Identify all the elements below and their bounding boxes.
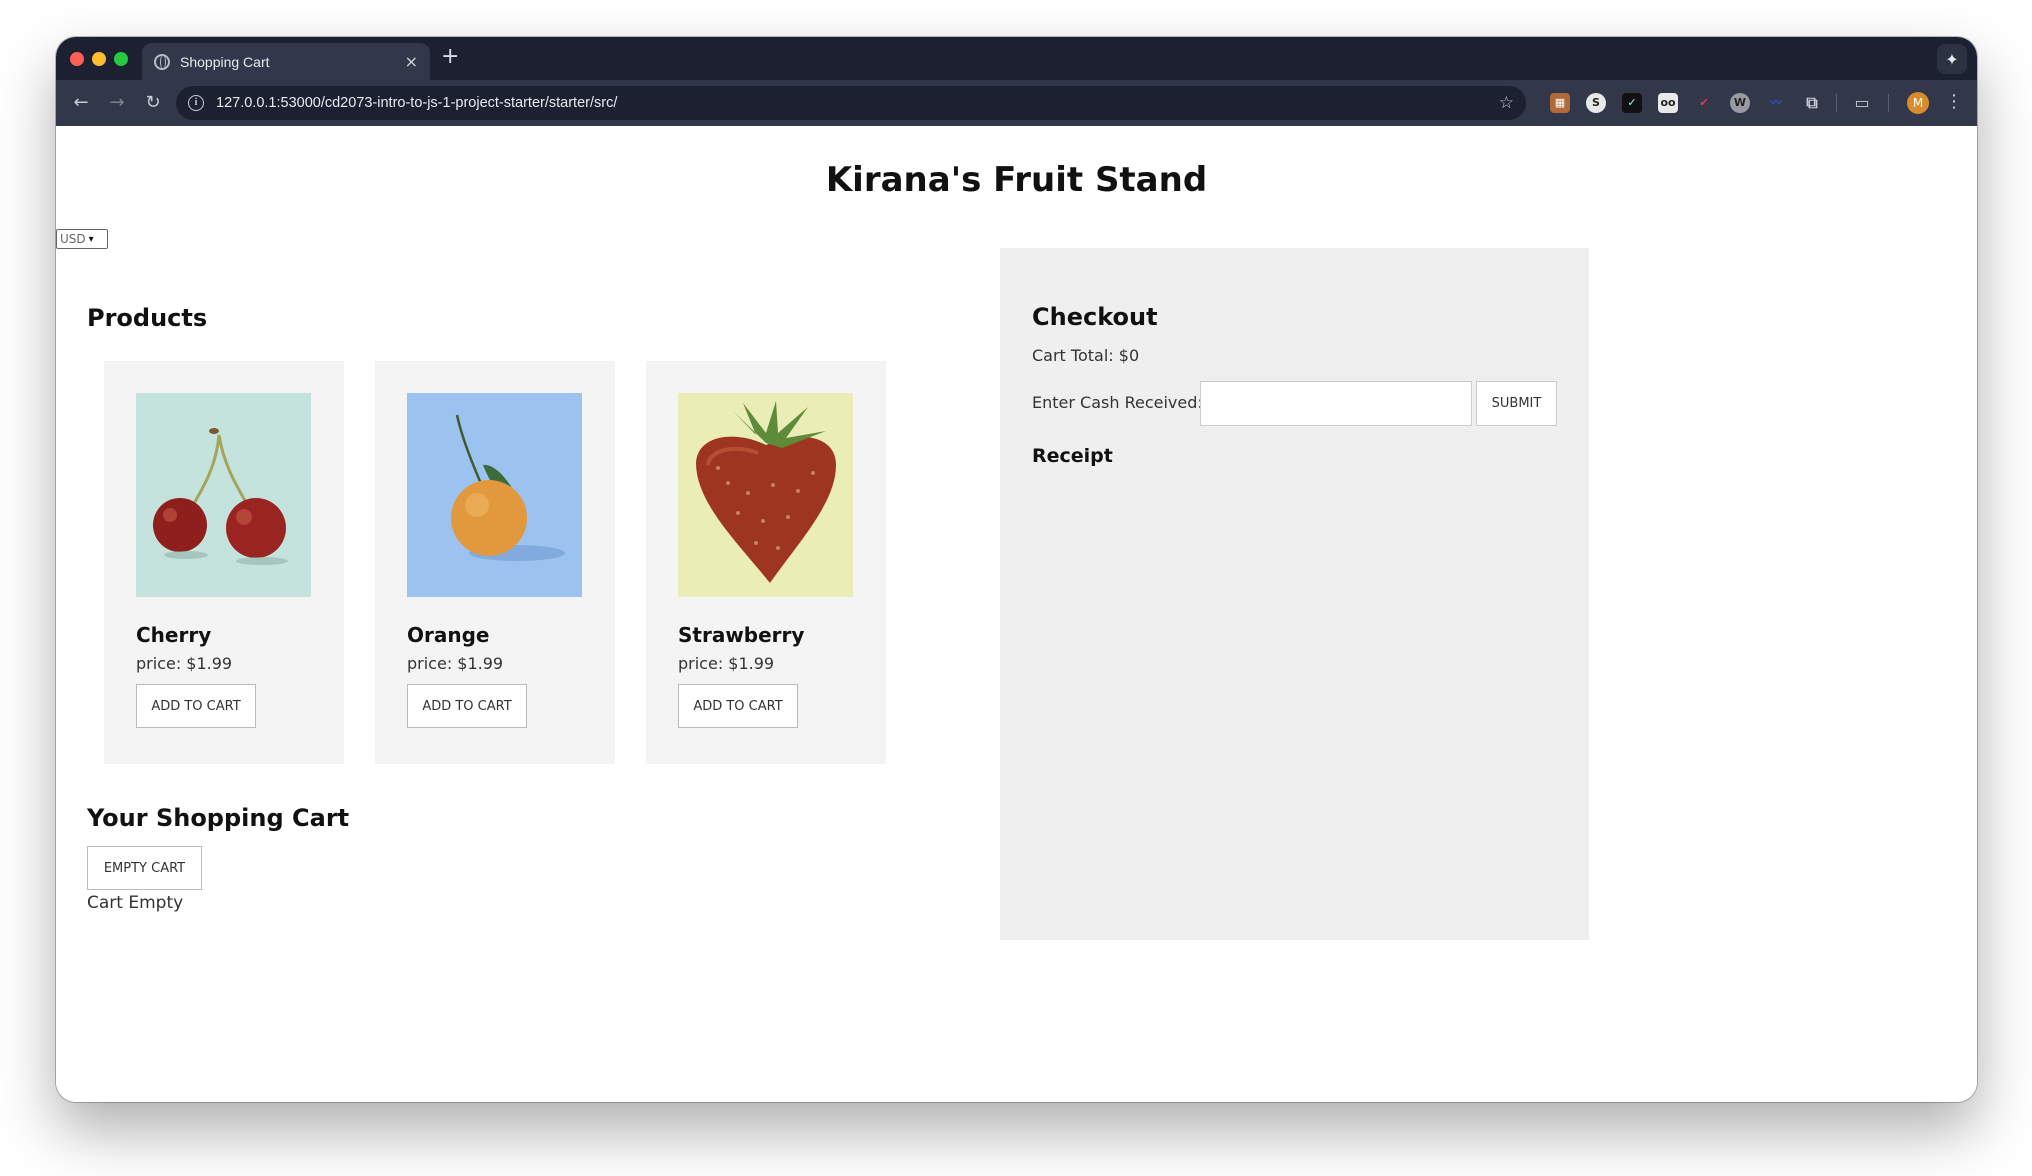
- browser-toolbar: ← → ↻ i 127.0.0.1:53000/cd2073-intro-to-…: [56, 80, 1977, 126]
- side-panel-icon[interactable]: ▭: [1852, 93, 1872, 113]
- back-arrow-icon[interactable]: ←: [68, 90, 94, 116]
- reload-icon[interactable]: ↻: [140, 90, 166, 116]
- product-card-orange: Orange price: $1.99 ADD TO CART: [375, 361, 615, 764]
- cash-received-input[interactable]: [1200, 381, 1472, 426]
- extension-color-check-icon[interactable]: ✔: [1694, 93, 1714, 113]
- tab-shopping-cart[interactable]: Shopping Cart ×: [142, 43, 430, 80]
- tab-title: Shopping Cart: [180, 53, 270, 70]
- close-tab-icon[interactable]: ×: [405, 53, 418, 70]
- receipt-heading: Receipt: [1032, 445, 1113, 467]
- extensions-puzzle-icon[interactable]: ⧉: [1802, 93, 1822, 113]
- product-card-strawberry: Strawberry price: $1.99 ADD TO CART: [646, 361, 886, 764]
- extension-w-icon[interactable]: W: [1730, 93, 1750, 113]
- page-content: Kirana's Fruit Stand USD ▾ Products Cher…: [56, 126, 1977, 1102]
- cash-received-label: Enter Cash Received:: [1032, 393, 1203, 412]
- globe-icon: [154, 53, 170, 70]
- bookmark-star-icon[interactable]: ☆: [1499, 93, 1514, 113]
- maximize-window-button[interactable]: [114, 52, 128, 66]
- empty-cart-button[interactable]: EMPTY CART: [87, 846, 202, 890]
- site-info-icon[interactable]: i: [188, 95, 204, 111]
- product-price: price: $1.99: [407, 654, 504, 673]
- cart-status-text: Cart Empty: [87, 893, 184, 913]
- extension-wave-icon[interactable]: 〰: [1766, 93, 1786, 113]
- add-to-cart-button-strawberry[interactable]: ADD TO CART: [678, 684, 798, 728]
- product-card-cherry: Cherry price: $1.99 ADD TO CART: [104, 361, 344, 764]
- product-name: Strawberry: [678, 623, 805, 647]
- new-tab-button[interactable]: +: [441, 46, 459, 68]
- extension-check-icon[interactable]: ✓: [1622, 93, 1642, 113]
- add-to-cart-button-cherry[interactable]: ADD TO CART: [136, 684, 256, 728]
- close-window-button[interactable]: [70, 52, 84, 66]
- minimize-window-button[interactable]: [92, 52, 106, 66]
- currency-value: USD: [60, 232, 86, 246]
- product-name: Orange: [407, 623, 490, 647]
- product-name: Cherry: [136, 623, 212, 647]
- products-heading: Products: [87, 304, 208, 332]
- add-to-cart-button-orange[interactable]: ADD TO CART: [407, 684, 527, 728]
- page-title: Kirana's Fruit Stand: [825, 160, 1208, 200]
- sparkle-icon[interactable]: ✦: [1937, 44, 1967, 74]
- chevron-down-icon: ▾: [88, 233, 94, 245]
- forward-arrow-icon[interactable]: →: [104, 90, 130, 116]
- strawberry-image: [678, 393, 853, 597]
- address-bar[interactable]: i 127.0.0.1:53000/cd2073-intro-to-js-1-p…: [176, 86, 1526, 120]
- checkout-heading: Checkout: [1032, 303, 1158, 331]
- submit-button[interactable]: SUBMIT: [1476, 381, 1557, 426]
- url-text[interactable]: 127.0.0.1:53000/cd2073-intro-to-js-1-pro…: [216, 95, 1499, 111]
- orange-image: [407, 393, 582, 597]
- currency-select[interactable]: USD ▾: [56, 229, 108, 249]
- extension-grid-icon[interactable]: ▦: [1550, 93, 1570, 113]
- tab-bar: Shopping Cart × + ✦: [56, 37, 1977, 80]
- cart-heading: Your Shopping Cart: [87, 804, 350, 832]
- cherry-image: [136, 393, 311, 597]
- profile-avatar[interactable]: M: [1907, 92, 1929, 114]
- toolbar-divider: [1836, 94, 1837, 112]
- cart-total-text: Cart Total: $0: [1032, 346, 1140, 365]
- extension-s-icon[interactable]: S: [1586, 93, 1606, 113]
- product-price: price: $1.99: [678, 654, 775, 673]
- extension-glasses-icon[interactable]: oo: [1658, 93, 1678, 113]
- toolbar-divider: [1888, 94, 1889, 112]
- browser-window: Shopping Cart × + ✦ ← → ↻ i 127.0.0.1:53…: [56, 37, 1977, 1102]
- product-price: price: $1.99: [136, 654, 233, 673]
- checkout-panel: Checkout Cart Total: $0 Enter Cash Recei…: [1000, 248, 1589, 940]
- more-menu-icon[interactable]: ⋮: [1945, 91, 1963, 113]
